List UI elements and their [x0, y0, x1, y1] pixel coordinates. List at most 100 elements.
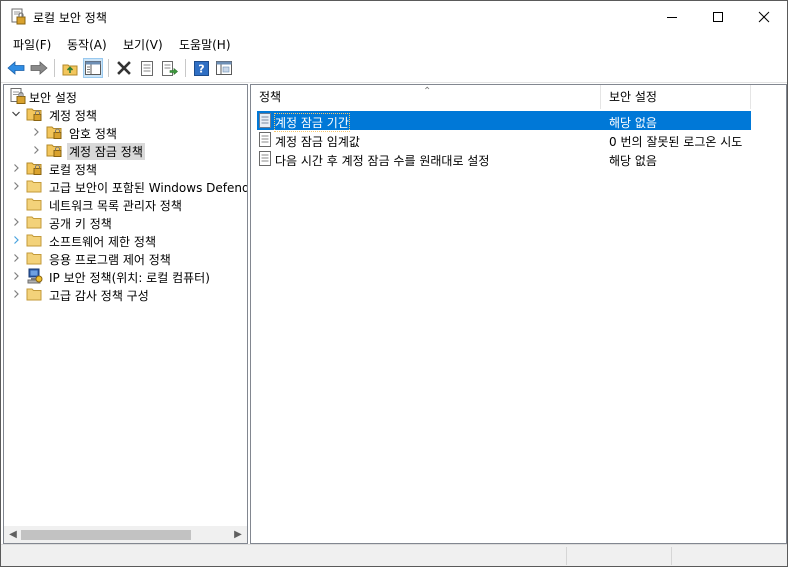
scrollbar-thumb[interactable]: [21, 530, 191, 540]
tree-label: 고급 감사 정책 구성: [49, 289, 149, 303]
tree-item-advanced-audit-policy[interactable]: 고급 감사 정책 구성: [4, 285, 244, 303]
tree-item-account-policy[interactable]: 계정 정책: [4, 105, 244, 123]
up-one-level-button[interactable]: [60, 58, 80, 78]
tree-item-ip-security-policy[interactable]: IP 보안 정책(위치: 로컬 컴퓨터): [4, 267, 244, 285]
toolbar-separator: [54, 59, 55, 77]
chevron-right-icon[interactable]: [31, 144, 41, 156]
status-divider: [566, 547, 567, 565]
tree-label: 계정 정책: [49, 109, 97, 123]
tree-label: 응용 프로그램 제어 정책: [49, 253, 171, 267]
menu-action[interactable]: 동작(A): [67, 36, 107, 53]
policy-list-pane[interactable]: 정책 ⌃ 보안 설정 계정 잠금 기간 해당 없음 계정 잠금 임계값 0 번의…: [250, 84, 787, 544]
tree-label: 계정 잠금 정책: [67, 143, 145, 160]
tree-label: 공개 키 정책: [49, 217, 112, 231]
minimize-icon: [667, 16, 677, 18]
back-arrow-icon: [7, 61, 25, 75]
chevron-right-icon[interactable]: [11, 216, 21, 228]
svg-text:?: ?: [198, 62, 204, 75]
toolbar: ?: [1, 54, 787, 83]
policy-value: 해당 없음: [609, 154, 657, 168]
lock-folder-icon: [26, 108, 42, 121]
tree-item-local-policy[interactable]: 로컬 정책: [4, 159, 244, 177]
maximize-button[interactable]: [695, 1, 741, 32]
console-icon: [216, 61, 232, 75]
tree-label: 보안 설정: [29, 91, 77, 105]
scroll-right-arrow-icon[interactable]: ▶: [232, 528, 244, 541]
policy-row-reset-lockout-counter[interactable]: 다음 시간 후 계정 잠금 수를 원래대로 설정 해당 없음: [257, 149, 751, 168]
up-folder-icon: [62, 64, 78, 75]
export-list-button[interactable]: [160, 58, 180, 78]
policy-setting-icon: [259, 113, 271, 128]
lock-folder-icon: [46, 126, 62, 139]
folder-icon: [26, 198, 42, 211]
tree-horizontal-scrollbar[interactable]: ◀ ▶: [4, 526, 247, 543]
lock-folder-icon: [26, 162, 42, 175]
folder-icon: [26, 234, 42, 247]
tree-label: 고급 보안이 포함된 Windows Defender 방화벽: [49, 181, 247, 195]
show-tree-icon: [85, 61, 101, 75]
toolbar-separator: [185, 59, 186, 77]
column-header-policy[interactable]: 정책 ⌃: [251, 85, 601, 109]
delete-button[interactable]: [114, 58, 134, 78]
chevron-right-icon[interactable]: [11, 180, 21, 192]
security-settings-icon: [10, 88, 26, 104]
help-button[interactable]: ?: [191, 58, 211, 78]
delete-icon: [117, 61, 131, 75]
chevron-right-icon[interactable]: [11, 270, 21, 282]
chevron-right-icon[interactable]: [11, 234, 21, 246]
tree-item-windows-defender-firewall[interactable]: 고급 보안이 포함된 Windows Defender 방화벽: [4, 177, 247, 195]
properties-button[interactable]: [137, 58, 157, 78]
minimize-button[interactable]: [649, 1, 695, 32]
chevron-right-icon[interactable]: [31, 126, 41, 138]
policy-name: 다음 시간 후 계정 잠금 수를 원래대로 설정: [275, 154, 490, 168]
menu-view[interactable]: 보기(V): [123, 36, 163, 53]
maximize-icon: [713, 11, 723, 22]
policy-value: 0 번의 잘못된 로그온 시도: [609, 135, 743, 149]
close-button[interactable]: [741, 1, 787, 32]
chevron-right-icon[interactable]: [11, 252, 21, 264]
tree-pane[interactable]: 보안 설정 계정 정책 암호 정책 계정 잠금 정책 로컬 정책 고급 보안이 …: [3, 84, 248, 544]
security-policy-app-icon: [11, 8, 26, 25]
policy-value: 해당 없음: [609, 116, 657, 130]
policy-row-lockout-duration[interactable]: 계정 잠금 기간 해당 없음: [257, 111, 751, 132]
lock-folder-icon: [46, 144, 62, 157]
tree-label: 로컬 정책: [49, 163, 97, 177]
status-divider: [671, 547, 672, 565]
tree-label: 소프트웨어 제한 정책: [49, 235, 156, 249]
tree-item-password-policy[interactable]: 암호 정책: [4, 123, 244, 141]
menu-help[interactable]: 도움말(H): [179, 36, 231, 53]
policy-name: 계정 잠금 기간: [274, 113, 350, 132]
chevron-right-icon[interactable]: [11, 162, 21, 174]
ip-security-computer-icon: [27, 268, 43, 284]
policy-row-lockout-threshold[interactable]: 계정 잠금 임계값 0 번의 잘못된 로그온 시도: [257, 130, 751, 149]
folder-icon: [26, 288, 42, 301]
policy-setting-icon: [259, 151, 271, 166]
local-security-policy-window: 로컬 보안 정책 파일(F) 동작(A) 보기(V) 도움말(H) ? 보안 설…: [0, 0, 788, 567]
tree-label: IP 보안 정책(위치: 로컬 컴퓨터): [49, 271, 210, 285]
back-button[interactable]: [6, 58, 26, 78]
toolbar-separator: [108, 59, 109, 77]
folder-icon: [26, 216, 42, 229]
list-header: 정책 ⌃ 보안 설정: [251, 85, 786, 109]
tree-item-account-lockout-policy[interactable]: 계정 잠금 정책: [4, 141, 244, 160]
tree-item-application-control-policy[interactable]: 응용 프로그램 제어 정책: [4, 249, 244, 267]
forward-button[interactable]: [29, 58, 49, 78]
help-icon: ?: [193, 60, 209, 76]
tree-item-public-key-policy[interactable]: 공개 키 정책: [4, 213, 244, 231]
tree-item-software-restriction-policy[interactable]: 소프트웨어 제한 정책: [4, 231, 244, 249]
tree-item-network-list-manager-policy[interactable]: 네트워크 목록 관리자 정책: [4, 195, 244, 213]
show-hide-tree-button[interactable]: [83, 58, 103, 78]
close-icon: [758, 11, 770, 22]
policy-setting-icon: [259, 132, 271, 147]
forward-arrow-icon: [30, 61, 48, 75]
console-button[interactable]: [214, 58, 234, 78]
scroll-left-arrow-icon[interactable]: ◀: [7, 528, 19, 541]
chevron-right-icon[interactable]: [11, 288, 21, 300]
menu-file[interactable]: 파일(F): [13, 36, 51, 53]
folder-icon: [26, 252, 42, 265]
column-header-security-setting[interactable]: 보안 설정: [602, 85, 751, 109]
status-bar: [1, 544, 787, 566]
chevron-down-icon[interactable]: [11, 108, 21, 120]
tree-root-security-settings[interactable]: 보안 설정: [4, 87, 244, 105]
export-list-icon: [162, 60, 178, 76]
